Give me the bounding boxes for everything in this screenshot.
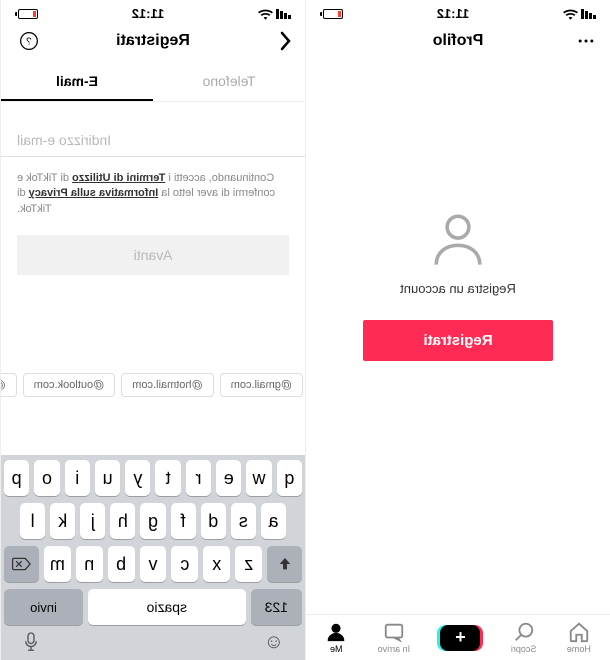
wifi-icon xyxy=(258,8,273,20)
register-account-label: Registra un account xyxy=(400,281,516,296)
key-space[interactable]: spazio xyxy=(88,589,246,625)
key-a[interactable]: a xyxy=(261,503,286,539)
status-time: 11:12 xyxy=(132,6,165,21)
key-m[interactable]: m xyxy=(44,546,71,582)
key-s[interactable]: s xyxy=(231,503,256,539)
svg-text:?: ? xyxy=(26,36,32,47)
search-icon xyxy=(513,621,535,643)
nav-home-label: Home xyxy=(567,644,591,654)
nav-discover-label: Scopri xyxy=(511,644,537,654)
key-y[interactable]: y xyxy=(125,460,150,496)
key-f[interactable]: f xyxy=(171,503,196,539)
email-suggestion[interactable]: @gmail.com xyxy=(220,373,303,397)
profile-empty-state: Registra un account Registrati xyxy=(306,209,610,361)
back-icon[interactable] xyxy=(267,31,291,51)
key-backspace[interactable] xyxy=(4,546,39,582)
screen-profile: 11:12 Profilo Registra un account Regist… xyxy=(305,0,610,660)
profile-icon xyxy=(325,621,347,643)
emoji-icon[interactable]: ☺ xyxy=(264,631,284,654)
key-g[interactable]: g xyxy=(140,503,165,539)
key-b[interactable]: b xyxy=(108,546,135,582)
key-p[interactable]: p xyxy=(4,460,29,496)
status-time: 11:12 xyxy=(437,6,470,21)
key-enter[interactable]: invio xyxy=(4,589,83,625)
key-q[interactable]: q xyxy=(277,460,302,496)
email-suggestion-row: @gmail.com @hotmail.com@outlook.com @ya xyxy=(1,373,305,401)
terms-disclaimer: Continuando, accetti i Termini di Utiliz… xyxy=(1,157,305,217)
key-w[interactable]: w xyxy=(246,460,271,496)
nav-inbox[interactable]: In arrivo xyxy=(378,621,411,654)
nav-home[interactable]: Home xyxy=(567,621,591,654)
help-icon[interactable]: ? xyxy=(15,31,39,51)
key-n[interactable]: n xyxy=(76,546,103,582)
key-j[interactable]: j xyxy=(80,503,105,539)
battery-icon xyxy=(320,9,343,19)
key-c[interactable]: c xyxy=(171,546,198,582)
status-bar: 11:12 xyxy=(306,0,610,23)
key-u[interactable]: u xyxy=(95,460,120,496)
tab-email[interactable]: E-mail xyxy=(1,63,153,101)
key-r[interactable]: r xyxy=(186,460,211,496)
key-shift[interactable] xyxy=(267,546,302,582)
bottom-nav: Home Scopri + In arrivo Me xyxy=(306,614,610,656)
create-button[interactable]: + xyxy=(441,625,481,651)
key-h[interactable]: h xyxy=(110,503,135,539)
signal-icon xyxy=(276,9,291,19)
nav-title: Registrati xyxy=(116,32,190,50)
key-t[interactable]: t xyxy=(156,460,181,496)
email-suggestion[interactable]: @outlook.com xyxy=(23,373,115,397)
screen-register: 11:12 Registrati ? Telefono E-mail Conti… xyxy=(0,0,305,660)
register-button[interactable]: Registrati xyxy=(363,320,552,361)
home-icon xyxy=(568,621,590,643)
signal-icon xyxy=(581,9,596,19)
keyboard: qwertyuiop asdfghjkl zxcvbnm 123 spazio … xyxy=(1,455,305,660)
nav-inbox-label: In arrivo xyxy=(378,644,411,654)
nav-bar: Profilo xyxy=(306,23,610,59)
email-suggestion[interactable]: @hotmail.com xyxy=(121,373,213,397)
email-input[interactable] xyxy=(1,102,305,157)
avatar-placeholder-icon xyxy=(429,209,487,267)
more-icon[interactable] xyxy=(572,31,596,51)
email-suggestion[interactable]: @ya xyxy=(1,373,17,397)
tab-phone[interactable]: Telefono xyxy=(153,63,305,101)
privacy-link[interactable]: Informativa sulla Privacy xyxy=(29,187,159,199)
nav-me[interactable]: Me xyxy=(325,621,347,654)
mic-icon[interactable] xyxy=(22,631,40,654)
status-bar: 11:12 xyxy=(1,0,305,23)
next-button[interactable]: Avanti xyxy=(17,235,289,275)
key-z[interactable]: z xyxy=(235,546,262,582)
key-e[interactable]: e xyxy=(216,460,241,496)
wifi-icon xyxy=(563,8,578,20)
terms-link[interactable]: Termini di Utilizzo xyxy=(72,172,165,184)
key-o[interactable]: o xyxy=(34,460,59,496)
battery-icon xyxy=(15,9,38,19)
plus-icon: + xyxy=(455,627,466,648)
key-l[interactable]: l xyxy=(20,503,45,539)
nav-title: Profilo xyxy=(433,32,484,50)
nav-discover[interactable]: Scopri xyxy=(511,621,537,654)
key-v[interactable]: v xyxy=(140,546,167,582)
key-i[interactable]: i xyxy=(65,460,90,496)
key-123[interactable]: 123 xyxy=(251,589,302,625)
key-d[interactable]: d xyxy=(201,503,226,539)
key-k[interactable]: k xyxy=(50,503,75,539)
auth-tabs: Telefono E-mail xyxy=(1,63,305,102)
key-x[interactable]: x xyxy=(203,546,230,582)
inbox-icon xyxy=(383,621,405,643)
nav-me-label: Me xyxy=(330,644,343,654)
nav-bar: Registrati ? xyxy=(1,23,305,59)
